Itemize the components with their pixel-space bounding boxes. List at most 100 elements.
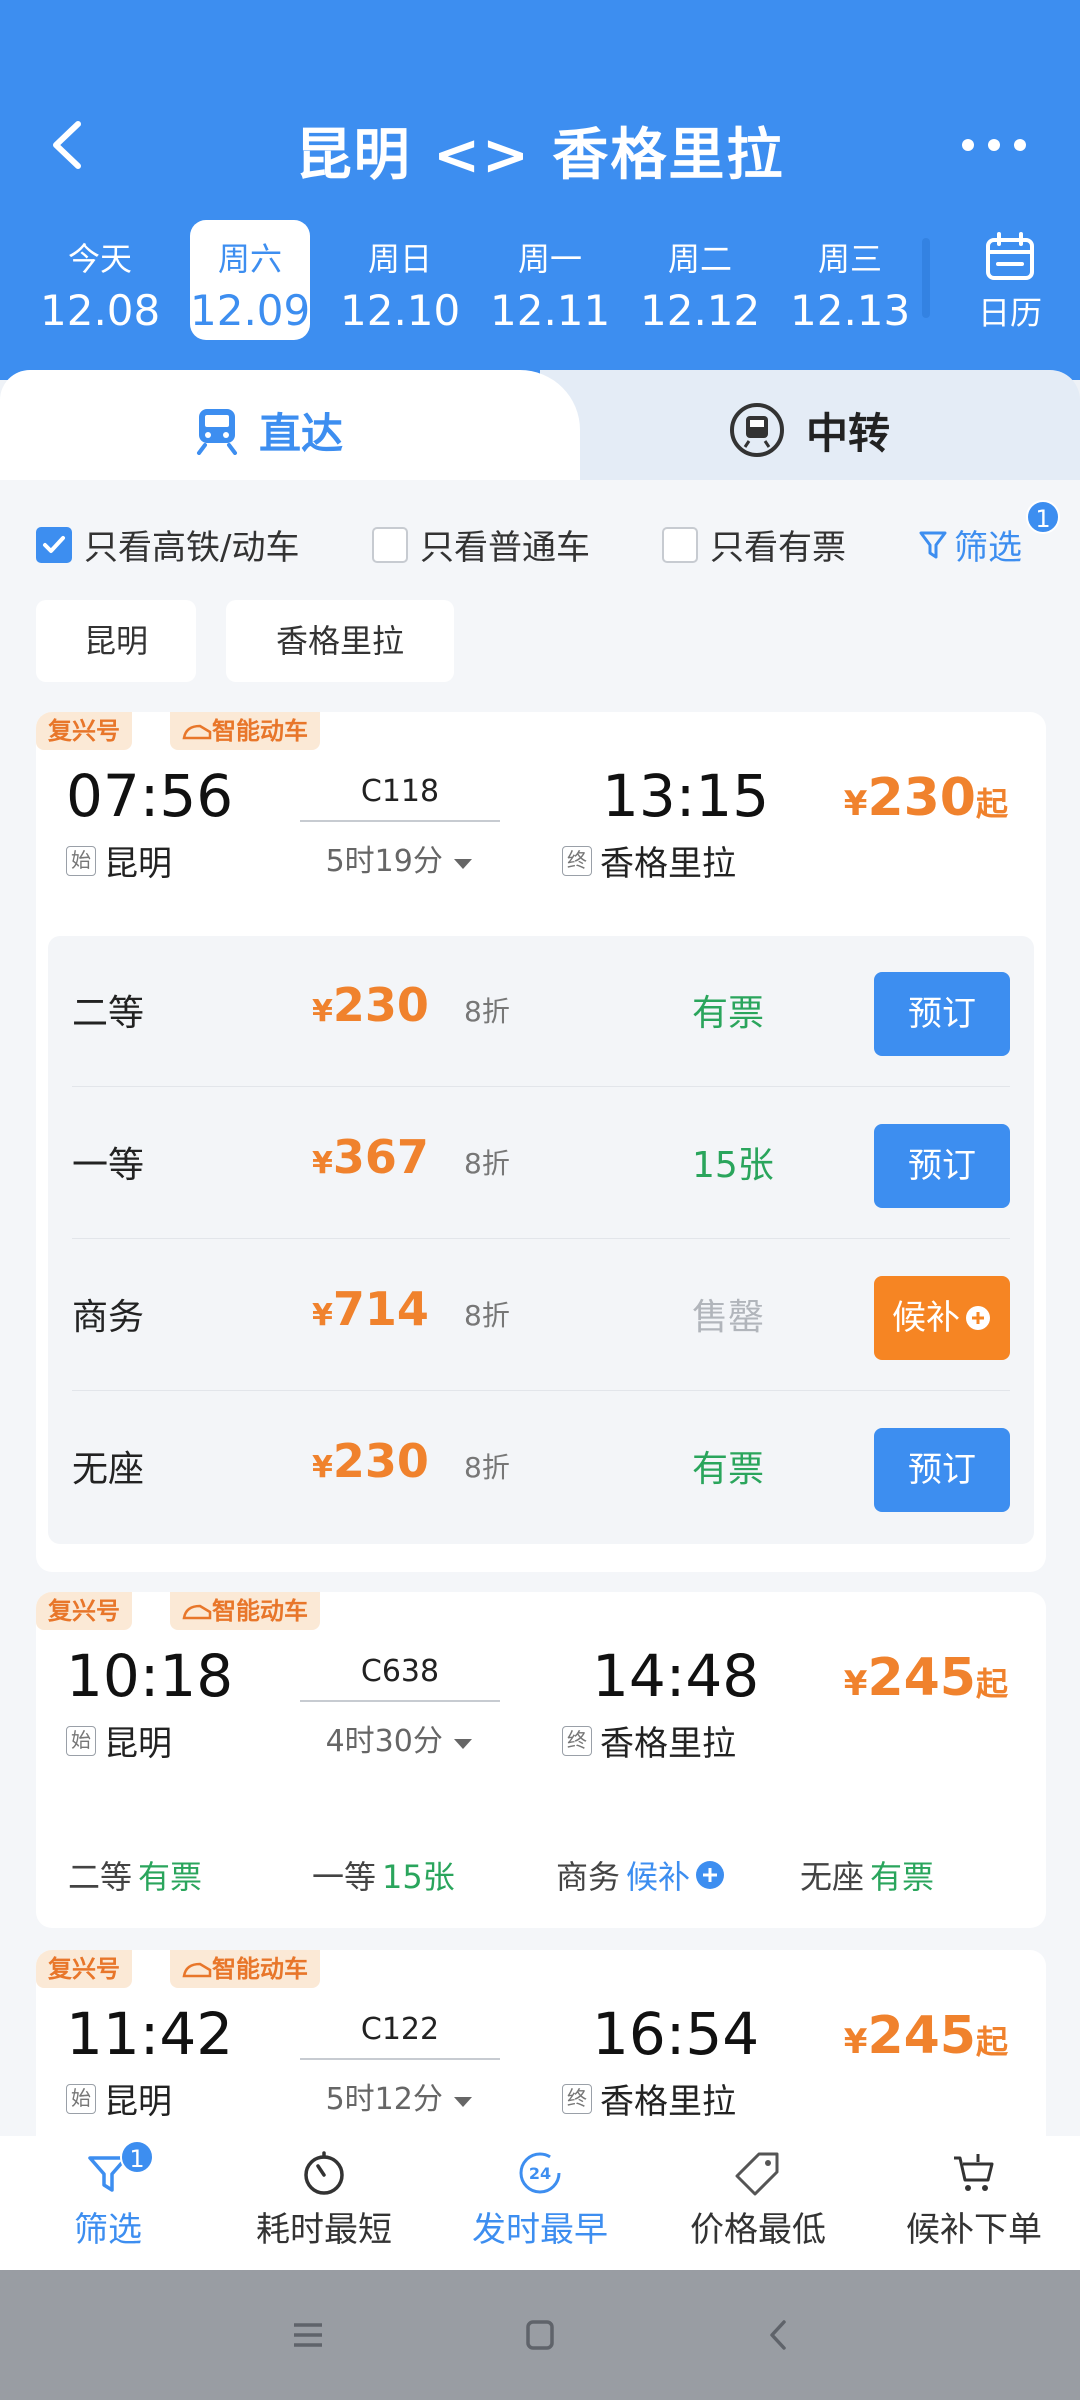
seat-row: 商务 ¥714 8折 售罄 候补	[72, 1240, 1010, 1390]
date-divider	[922, 238, 930, 318]
terminal-mark: 终	[562, 845, 592, 876]
filter-row: 只看高铁/动车 只看普通车 只看有票 筛选 1	[0, 500, 1080, 572]
caret-down-icon	[454, 859, 473, 869]
caret-down-icon	[454, 1739, 473, 1749]
lowest-price: ¥245起	[844, 1648, 1008, 1708]
origin-mark: 始	[66, 845, 96, 876]
cart-plus-icon	[954, 2154, 994, 2191]
seat-summary: 二等 有票	[68, 1852, 202, 1898]
currency-symbol: ¥	[843, 2022, 868, 2062]
filter-normal[interactable]: 只看普通车	[372, 520, 590, 569]
currency-symbol: ¥	[843, 784, 868, 824]
train-number: C122	[360, 2012, 440, 2047]
duration-text: 5时12分	[325, 2082, 443, 2117]
filter-button[interactable]: 筛选	[918, 520, 1022, 569]
summary-value: 候补	[626, 1858, 691, 1896]
checkbox-checked-icon[interactable]	[36, 526, 72, 563]
sort-earliest-button[interactable]: 24 发时最早	[440, 2150, 640, 2251]
menu-lines-icon	[294, 2323, 322, 2347]
station-chip-to[interactable]: 香格里拉	[226, 600, 454, 682]
waitlist-order-button[interactable]: 候补下单	[874, 2150, 1074, 2251]
checkbox-icon[interactable]	[372, 526, 408, 563]
date-dow: 周六	[217, 240, 282, 278]
funnel-icon	[919, 531, 947, 558]
waitlist-order-label: 候补下单	[906, 2210, 1042, 2250]
price-suffix: 起	[975, 785, 1008, 823]
seat-price: ¥230	[312, 978, 429, 1032]
train-number: C638	[360, 1654, 440, 1689]
filter-high-speed[interactable]: 只看高铁/动车	[36, 520, 299, 569]
duration-text: 4时30分	[325, 1724, 443, 1759]
seat-row: 一等 ¥367 8折 15张 预订	[72, 1088, 1010, 1238]
date-tab[interactable]: 周二 12.12	[640, 220, 760, 340]
train-card[interactable]: 复兴号 智能动车 11:42 C122 5时12分 16:54 始 昆明 终 香…	[36, 1950, 1046, 2136]
arrival-station-name: 香格里拉	[600, 1724, 736, 1764]
station-chip-from[interactable]: 昆明	[36, 600, 196, 682]
seat-row: 二等 ¥230 8折 有票 预订	[72, 936, 1010, 1086]
sort-shortest-label: 耗时最短	[256, 2210, 392, 2250]
departure-station-name: 昆明	[104, 844, 172, 884]
departure-time: 07:56	[66, 762, 234, 830]
duration-text: 5时19分	[325, 844, 443, 879]
departure-time: 11:42	[66, 2000, 234, 2068]
filter-count-badge: 1	[1026, 500, 1060, 534]
date-tab[interactable]: 周日 12.10	[340, 220, 460, 340]
filter-button-label: 筛选	[954, 528, 1022, 568]
book-button[interactable]: 预订	[874, 1428, 1010, 1512]
train-card[interactable]: 复兴号 智能动车 07:56 C118 5时19分 13:15 始 昆明 终 香…	[36, 712, 1046, 1572]
price-value: 245	[867, 1648, 976, 1708]
sort-filter-button[interactable]: 筛选	[8, 2150, 208, 2251]
filter-available[interactable]: 只看有票	[662, 520, 846, 569]
menu-button[interactable]	[278, 2310, 338, 2360]
date-selector: 今天 12.08 周六 12.09 周日 12.10 周一 12.11 周二 1…	[0, 218, 1080, 342]
filter-count-badge: 1	[120, 2140, 154, 2174]
seat-class: 无座	[72, 1449, 145, 1490]
summary-value: 有票	[138, 1858, 203, 1896]
home-square-icon	[526, 2320, 554, 2350]
arrival-station-name: 香格里拉	[600, 2082, 736, 2122]
tab-direct[interactable]: 直达	[195, 400, 343, 460]
duration[interactable]: 4时30分	[300, 1716, 500, 1760]
calendar-button[interactable]: 日历	[960, 232, 1060, 332]
filter-high-speed-label: 只看高铁/动车	[84, 528, 300, 568]
smart-emu-label: 智能动车	[212, 1597, 308, 1625]
seat-discount: 8折	[464, 1451, 510, 1484]
date-tab[interactable]: 周三 12.13	[790, 220, 910, 340]
waitlist-button[interactable]: 候补	[874, 1276, 1010, 1360]
tab-transfer[interactable]: 中转	[728, 400, 890, 460]
seat-summary: 一等 15张	[312, 1852, 455, 1898]
book-button[interactable]: 预订	[874, 1124, 1010, 1208]
seat-class: 二等	[72, 993, 145, 1034]
smart-emu-tag: 智能动车	[170, 1592, 320, 1630]
date-day: 12.13	[790, 286, 911, 335]
more-button[interactable]	[958, 130, 1030, 160]
sort-shortest-button[interactable]: 耗时最短	[224, 2150, 424, 2251]
book-button[interactable]: 预订	[874, 972, 1010, 1056]
date-dow: 周三	[817, 240, 882, 278]
train-card[interactable]: 复兴号 智能动车 10:18 C638 4时30分 14:48 始 昆明 终 香…	[36, 1592, 1046, 1928]
date-tab-today[interactable]: 今天 12.08	[40, 220, 160, 340]
price-suffix: 起	[975, 1665, 1008, 1703]
seat-availability: 有票	[692, 1449, 765, 1490]
seat-summary[interactable]: 商务 候补	[556, 1852, 726, 1898]
train-route-line	[300, 1700, 500, 1702]
date-tab[interactable]: 周一 12.11	[490, 220, 610, 340]
sort-cheapest-button[interactable]: 价格最低	[658, 2150, 858, 2251]
departure-station-name: 昆明	[104, 1724, 172, 1764]
departure-station: 始 昆明	[66, 836, 172, 885]
checkbox-icon[interactable]	[662, 526, 698, 563]
date-day: 12.12	[640, 286, 761, 335]
summary-class: 商务	[556, 1858, 621, 1896]
seat-divider	[72, 1086, 1010, 1087]
seat-availability: 有票	[692, 993, 765, 1034]
seat-class: 商务	[72, 1297, 145, 1338]
system-back-button[interactable]	[748, 2310, 808, 2360]
duration[interactable]: 5时12分	[300, 2074, 500, 2118]
home-button[interactable]	[510, 2310, 570, 2360]
currency-symbol: ¥	[312, 1298, 333, 1333]
date-day: 12.08	[40, 286, 161, 335]
date-tab-selected[interactable]: 周六 12.09	[190, 220, 310, 340]
arrival-station: 终 香格里拉	[562, 1716, 736, 1765]
duration[interactable]: 5时19分	[300, 836, 500, 880]
arrival-station: 终 香格里拉	[562, 836, 736, 885]
